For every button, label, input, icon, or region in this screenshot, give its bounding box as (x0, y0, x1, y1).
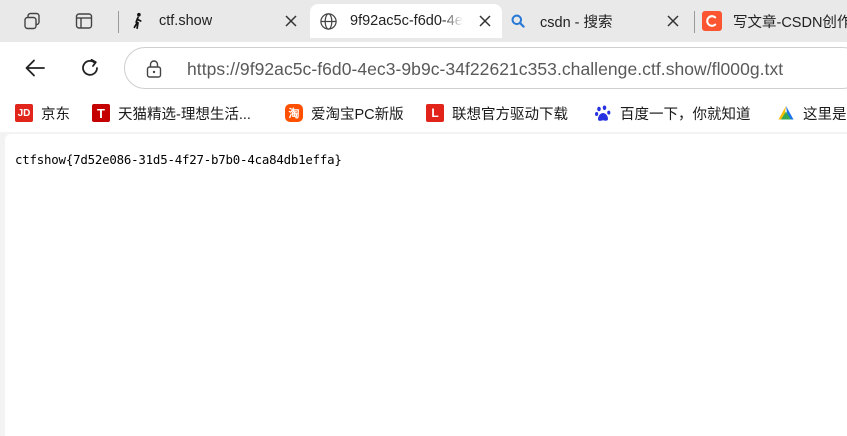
back-arrow-icon (25, 59, 45, 77)
tab-separator (694, 11, 695, 33)
lenovo-logo-icon: L (426, 104, 444, 122)
page-content: ctfshow{7d52e086-31d5-4f27-b7b0-4ca84db1… (5, 134, 847, 436)
close-tab-icon[interactable] (664, 12, 682, 30)
tab-csdn-search[interactable]: csdn - 搜索 (508, 4, 690, 38)
tab-csdn-write[interactable]: 写文章-CSDN创作 (702, 4, 847, 38)
bookmark-lenovo[interactable]: L 联想官方驱动下载 (426, 103, 568, 123)
tab-label: ctf.show (159, 13, 213, 29)
bookmark-jd[interactable]: JD 京东 (15, 103, 70, 123)
url-text[interactable]: https://9f92ac5c-f6d0-4ec3-9b9c-34f22621… (187, 59, 783, 80)
bookmark-label: 联想官方驱动下载 (452, 106, 568, 123)
tab-challenge[interactable]: 9f92ac5c-f6d0-4e (310, 4, 502, 38)
bookmark-zheli[interactable]: 这里是 (777, 103, 847, 123)
bookmark-label: 京东 (41, 106, 70, 123)
triangle-logo-icon (777, 104, 795, 122)
refresh-icon (82, 58, 98, 76)
tab-label: 写文章-CSDN创作 (733, 14, 847, 31)
close-tab-icon[interactable] (282, 12, 300, 30)
globe-icon (318, 11, 338, 31)
lock-icon[interactable] (145, 59, 163, 79)
bookmark-tmall[interactable]: T 天猫精选-理想生活... (92, 103, 251, 123)
bookmark-label: 爱淘宝PC新版 (311, 106, 404, 123)
walking-figure-icon (128, 11, 148, 31)
workspaces-icon[interactable] (17, 6, 47, 36)
address-bar[interactable]: https://9f92ac5c-f6d0-4ec3-9b9c-34f22621… (124, 47, 847, 89)
search-icon (508, 11, 528, 31)
tab-actions-icon[interactable] (69, 6, 99, 36)
csdn-c-icon (702, 11, 722, 31)
refresh-button[interactable] (75, 53, 105, 83)
tmall-logo-icon: T (92, 104, 110, 122)
bookmark-label: 这里是 (803, 106, 847, 123)
tab-label: csdn - 搜索 (540, 14, 613, 31)
navigation-bar: https://9f92ac5c-f6d0-4ec3-9b9c-34f22621… (0, 42, 847, 94)
taobao-logo-icon: 淘 (285, 104, 303, 122)
bookmarks-bar: JD 京东 T 天猫精选-理想生活... 淘 爱淘宝PC新版 L 联想官方驱动下… (0, 94, 847, 132)
bookmark-baidu[interactable]: 百度一下，你就知道 (594, 103, 751, 123)
close-tab-icon[interactable] (476, 12, 494, 30)
bookmark-aitaobao[interactable]: 淘 爱淘宝PC新版 (285, 103, 404, 123)
tab-ctf-show[interactable]: ctf.show (128, 4, 308, 38)
bookmark-label: 百度一下，你就知道 (620, 106, 751, 123)
bookmark-label: 天猫精选-理想生活... (118, 106, 251, 123)
tab-label-fade (442, 4, 468, 38)
baidu-paw-icon (594, 104, 612, 122)
back-button[interactable] (20, 53, 50, 83)
tab-separator (118, 11, 119, 33)
tab-strip: ctf.show 9f92ac5c-f6d0-4e csdn - 搜索 写文章-… (0, 0, 847, 42)
flag-text: ctfshow{7d52e086-31d5-4f27-b7b0-4ca84db1… (15, 152, 342, 167)
jd-logo-icon: JD (15, 104, 33, 122)
